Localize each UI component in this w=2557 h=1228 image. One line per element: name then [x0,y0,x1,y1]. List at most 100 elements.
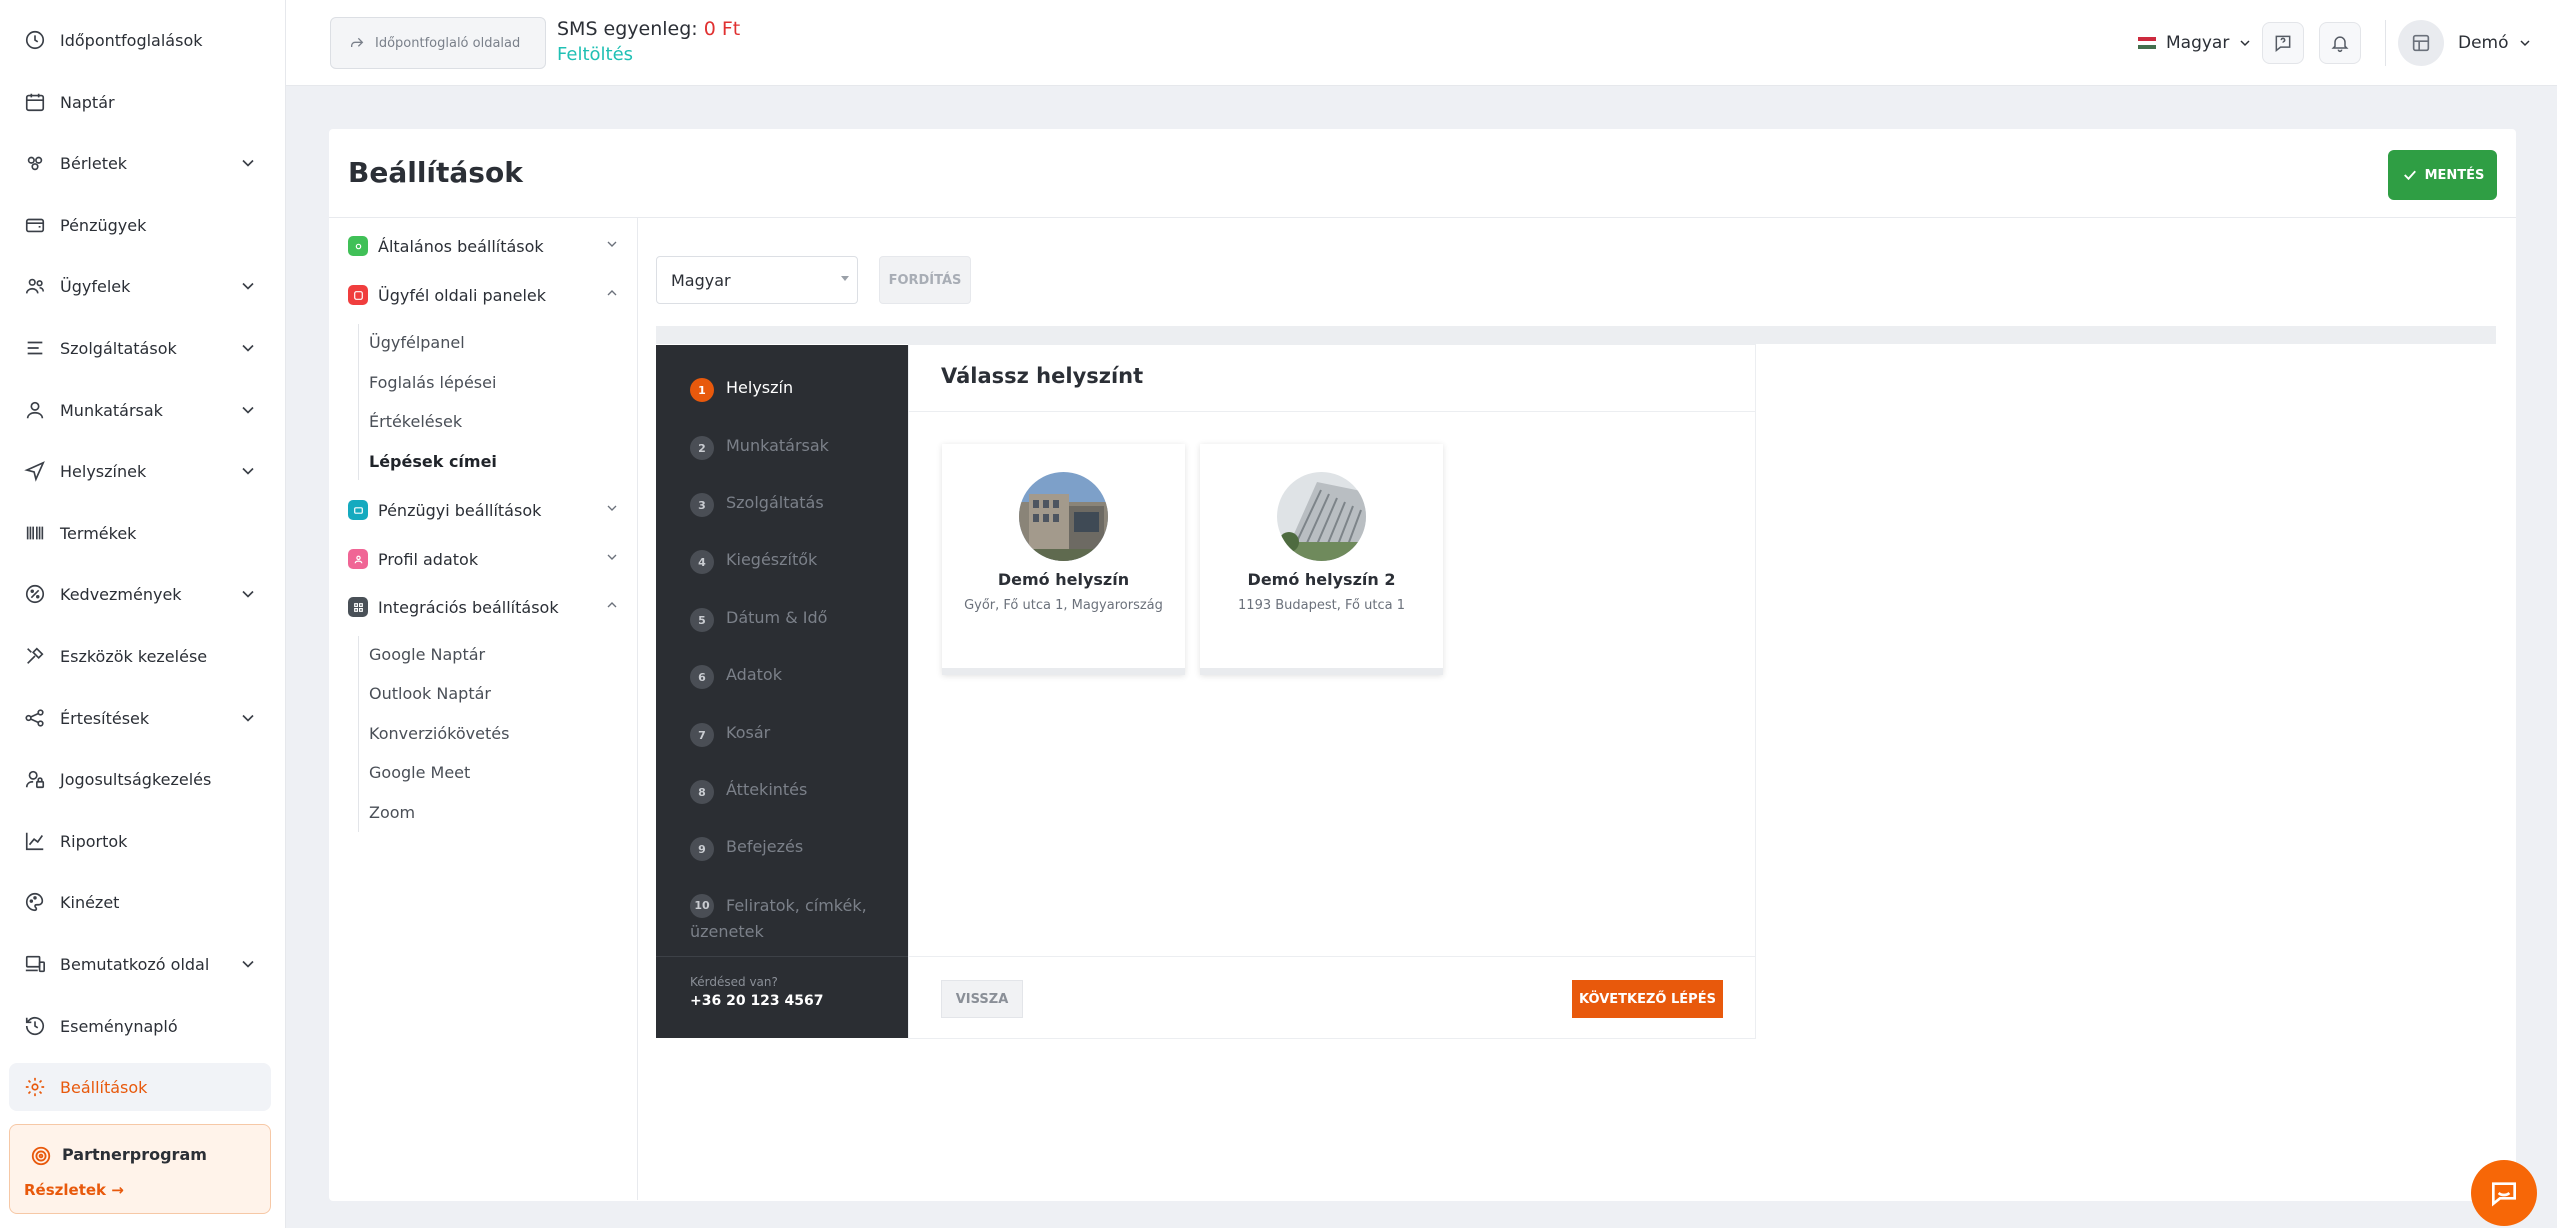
user-menu[interactable]: Demó [2398,20,2533,66]
partner-details-link[interactable]: Részletek → [24,1181,124,1199]
sidebar-item-products[interactable]: Termékek [22,509,272,557]
sidebar-item-appearance[interactable]: Kinézet [22,878,272,926]
section-finance-settings[interactable]: Pénzügyi beállítások [348,492,620,528]
chevron-down-icon [238,708,258,728]
translate-button[interactable]: FORDÍTÁS [879,256,971,304]
sidebar-item-appointments[interactable]: Időpontfoglalások [22,16,272,64]
widget-step-finish[interactable]: 9 Befejezés [690,837,803,861]
save-button[interactable]: MENTÉS [2388,150,2497,200]
sidebar-item-label: Kedvezmények [60,584,182,604]
sidebar-item-finance[interactable]: Pénzügyek [22,201,272,249]
notifications-button[interactable] [2319,22,2361,64]
submenu-outlook-calendar[interactable]: Outlook Naptár [369,684,491,703]
chevron-down-icon [604,549,620,569]
location-address: 1193 Budapest, Fő utca 1 [1238,598,1405,613]
widget-step-labels[interactable]: 10 Feliratok, címkék, üzenetek [690,894,890,945]
location-card[interactable]: Demó helyszín Győr, Fő utca 1, Magyarors… [942,444,1185,675]
widget-footer-divider [909,956,1755,957]
user-lock-icon [22,766,48,792]
location-name: Demó helyszín [997,570,1130,589]
submenu-line [358,324,359,480]
chevron-down-icon [604,500,620,520]
share-icon [22,705,48,731]
back-button[interactable]: VISSZA [941,980,1023,1018]
section-label: Pénzügyi beállítások [378,500,542,520]
sidebar-item-tools[interactable]: Eszközök kezelése [22,632,272,680]
section-profile-data[interactable]: Profil adatok [348,541,620,577]
navigation-icon [22,458,48,484]
booking-page-label: Időpontfoglaló oldalad [375,35,521,51]
palette-icon [22,889,48,915]
discount-icon [22,581,48,607]
check-icon [2403,170,2416,181]
chat-button[interactable] [2471,1160,2537,1226]
widget-step-cart[interactable]: 7 Kosár [690,723,770,747]
widget-phone: +36 20 123 4567 [690,993,824,1009]
help-button[interactable] [2262,22,2304,64]
section-client-panels[interactable]: Ügyfél oldali panelek [348,277,620,313]
sidebar-item-staff[interactable]: Munkatársak [22,386,272,434]
step-label: Adatok [726,665,782,684]
chevron-up-icon [604,285,620,305]
step-label: Befejezés [726,837,804,856]
sidebar-item-clients[interactable]: Ügyfelek [22,262,272,310]
sidebar-item-label: Eszközök kezelése [60,646,208,666]
section-general-settings[interactable]: Általános beállítások [348,228,620,264]
step-number: 7 [690,723,714,747]
sidebar-item-label: Bérletek [60,153,128,173]
barcode-icon [22,520,48,546]
submenu-zoom[interactable]: Zoom [369,803,415,822]
next-step-button[interactable]: KÖVETKEZŐ LÉPÉS [1572,980,1723,1018]
submenu-step-titles[interactable]: Lépések címei [369,452,497,471]
sidebar-item-label: Időpontfoglalások [60,30,203,50]
section-label: Profil adatok [378,549,479,569]
submenu-google-meet[interactable]: Google Meet [369,763,470,782]
widget-step-overview[interactable]: 8 Áttekintés [690,780,807,804]
submenu-reviews[interactable]: Értékelések [369,412,462,431]
submenu-booking-steps[interactable]: Foglalás lépései [369,373,496,392]
bell-icon [2331,36,2349,53]
sidebar-item-settings[interactable]: Beállítások [9,1063,271,1111]
section-integration-settings[interactable]: Integrációs beállítások [348,589,620,625]
step-number: 5 [690,608,714,632]
sidebar-item-discounts[interactable]: Kedvezmények [22,570,272,618]
booking-page-button[interactable]: Időpontfoglaló oldalad [330,17,546,69]
profile-data-icon [348,549,368,569]
share-arrow-icon [351,37,364,47]
caret-down-icon [841,276,849,281]
submenu-conversion-tracking[interactable]: Konverziókövetés [369,724,509,743]
partner-program-card[interactable]: Partnerprogram Részletek → [9,1124,271,1214]
submenu-google-calendar[interactable]: Google Naptár [369,645,485,664]
client-panels-icon [348,285,368,305]
sidebar-item-permissions[interactable]: Jogosultságkezelés [22,755,272,803]
topup-link[interactable]: Feltöltés [557,44,633,65]
step-number: 8 [690,780,714,804]
sidebar-item-locations[interactable]: Helyszínek [22,447,272,495]
sidebar-item-label: Munkatársak [60,400,163,420]
sidebar-item-reports[interactable]: Riportok [22,817,272,865]
sidebar-item-passes[interactable]: Bérletek [22,139,272,187]
translation-language-select[interactable]: Magyar [656,256,858,304]
widget-step-service[interactable]: 3 Szolgáltatás [690,493,824,517]
language-dropdown[interactable]: Magyar [2138,26,2253,60]
sidebar-item-intro-page[interactable]: Bemutatkozó oldal [22,940,272,988]
sidebar-item-label: Bemutatkozó oldal [60,954,210,974]
sidebar-item-label: Jogosultságkezelés [60,769,212,789]
widget-step-datetime[interactable]: 5 Dátum & Idő [690,608,827,632]
sidebar-item-label: Helyszínek [60,461,147,481]
widget-side-divider [656,956,909,957]
widget-step-staff[interactable]: 2 Munkatársak [690,436,829,460]
chat-icon [2492,1182,2516,1207]
location-card[interactable]: Demó helyszín 2 1193 Budapest, Fő utca 1 [1200,444,1443,675]
submenu-client-panel[interactable]: Ügyfélpanel [369,333,465,352]
sidebar-item-event-log[interactable]: Eseménynapló [22,1002,272,1050]
sidebar-item-calendar[interactable]: Naptár [22,78,272,126]
gear-icon [22,1074,48,1100]
sidebar-item-label: Ügyfelek [60,276,131,296]
step-label: Kiegészítők [726,550,818,569]
widget-step-extras[interactable]: 4 Kiegészítők [690,550,817,574]
widget-step-details[interactable]: 6 Adatok [690,665,782,689]
sidebar-item-notifications[interactable]: Értesítések [22,694,272,742]
widget-step-location[interactable]: 1 Helyszín [690,378,793,402]
sidebar-item-services[interactable]: Szolgáltatások [22,324,272,372]
